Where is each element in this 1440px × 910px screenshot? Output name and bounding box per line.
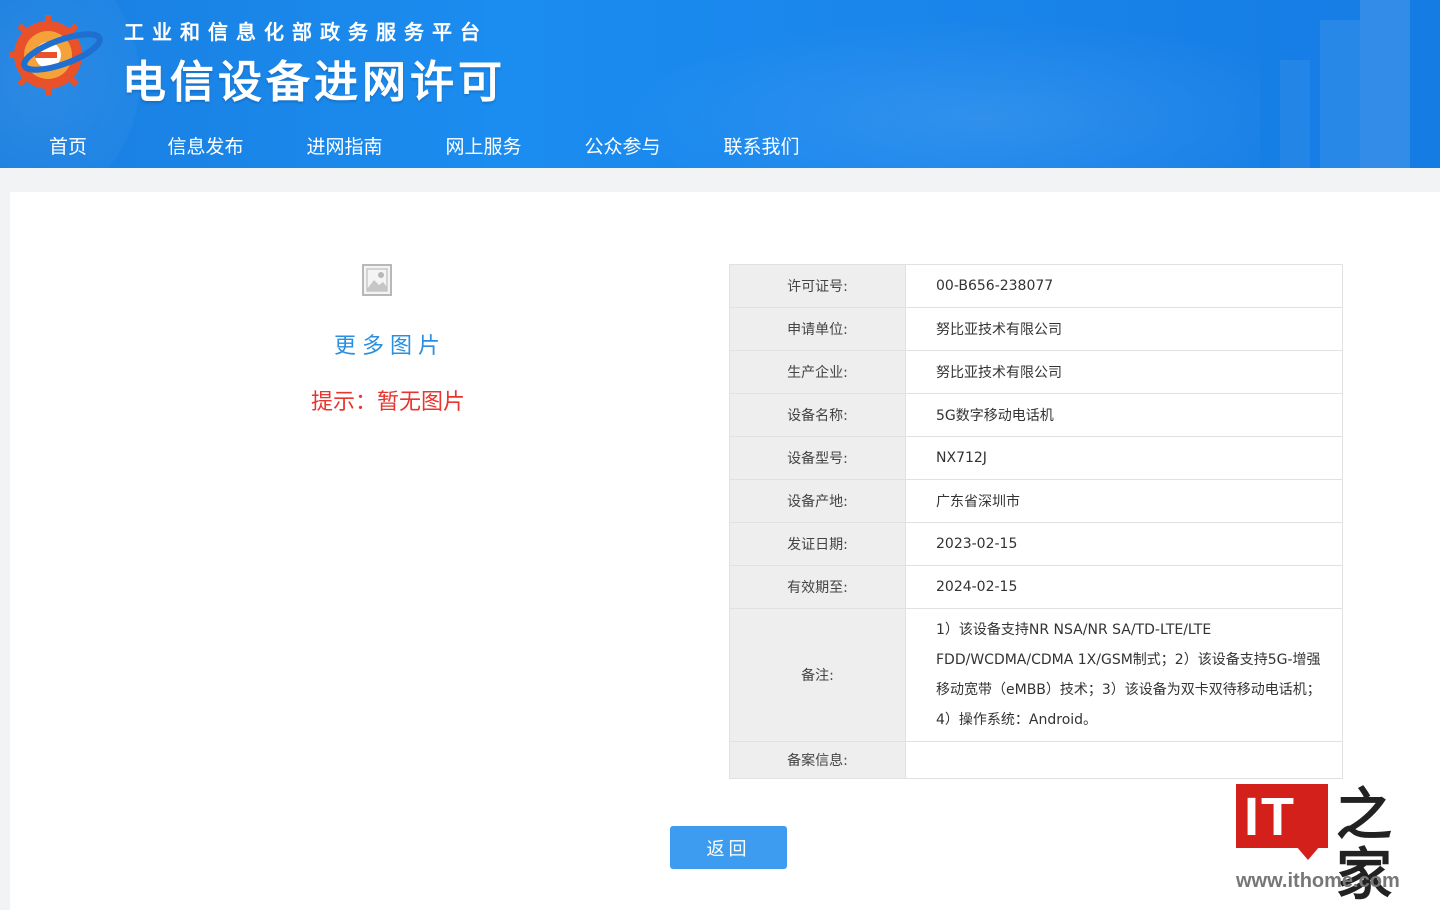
notes-line: 1）该设备支持NR NSA/NR SA/TD-LTE/LTE bbox=[936, 622, 1212, 638]
device-name-label: 设备名称: bbox=[729, 393, 906, 437]
applicant-label: 申请单位: bbox=[729, 307, 906, 351]
notes-line: 4）操作系统：Android。 bbox=[936, 712, 1098, 728]
device-name-value: 5G数字移动电话机 bbox=[905, 393, 1343, 437]
license-number-value: 00-B656-238077 bbox=[905, 264, 1343, 308]
table-row: 设备产地: 广东省深圳市 bbox=[729, 479, 1343, 523]
notes-line: FDD/WCDMA/CDMA 1X/GSM制式；2）该设备支持5G-增强 bbox=[936, 652, 1321, 668]
origin-label: 设备产地: bbox=[729, 479, 906, 523]
back-button[interactable]: 返回 bbox=[670, 826, 787, 869]
table-row: 设备名称: 5G数字移动电话机 bbox=[729, 393, 1343, 437]
license-info-table: 许可证号: 00-B656-238077 申请单位: 努比亚技术有限公司 生产企… bbox=[729, 264, 1343, 779]
nav-item-public-participation[interactable]: 公众参与 bbox=[553, 128, 692, 168]
expiry-date-value: 2024-02-15 bbox=[905, 565, 1343, 609]
site-header: 工业和信息化部政务服务平台 电信设备进网许可 首页 信息发布 进网指南 网上服务… bbox=[0, 0, 1440, 168]
manufacturer-label: 生产企业: bbox=[729, 350, 906, 394]
ithome-logo-tail bbox=[1296, 846, 1320, 860]
table-row: 有效期至: 2024-02-15 bbox=[729, 565, 1343, 609]
table-row: 备注: 1）该设备支持NR NSA/NR SA/TD-LTE/LTE FDD/W… bbox=[729, 608, 1343, 742]
table-row: 发证日期: 2023-02-15 bbox=[729, 522, 1343, 566]
notes-value: 1）该设备支持NR NSA/NR SA/TD-LTE/LTE FDD/WCDMA… bbox=[905, 608, 1343, 742]
device-model-value: NX712J bbox=[905, 436, 1343, 480]
issue-date-label: 发证日期: bbox=[729, 522, 906, 566]
nav-item-news[interactable]: 信息发布 bbox=[136, 128, 275, 168]
nav-item-guide[interactable]: 进网指南 bbox=[275, 128, 414, 168]
ministry-logo-icon bbox=[9, 15, 103, 95]
nav-item-contact[interactable]: 联系我们 bbox=[692, 128, 831, 168]
nav-item-online-services[interactable]: 网上服务 bbox=[414, 128, 553, 168]
main-nav: 首页 信息发布 进网指南 网上服务 公众参与 联系我们 bbox=[0, 128, 831, 168]
filing-info-label: 备案信息: bbox=[729, 741, 906, 779]
notes-line: 移动宽带（eMBB）技术；3）该设备为双卡双待移动电话机； bbox=[936, 682, 1321, 698]
header-decoration bbox=[1360, 0, 1410, 168]
site-title: 电信设备进网许可 bbox=[122, 57, 506, 108]
table-row: 申请单位: 努比亚技术有限公司 bbox=[729, 307, 1343, 351]
ithome-url: www.ithome.com bbox=[1236, 870, 1400, 892]
ithome-logo-text: IT bbox=[1244, 787, 1296, 847]
table-row: 许可证号: 00-B656-238077 bbox=[729, 264, 1343, 308]
ithome-watermark: IT 之家 www.ithome.com bbox=[1236, 784, 1426, 906]
table-row: 备案信息: bbox=[729, 741, 1343, 779]
header-decoration bbox=[1280, 60, 1310, 168]
more-images-link[interactable]: 更多图片 bbox=[334, 328, 446, 360]
table-row: 生产企业: 努比亚技术有限公司 bbox=[729, 350, 1343, 394]
manufacturer-value: 努比亚技术有限公司 bbox=[905, 350, 1343, 394]
nav-item-home[interactable]: 首页 bbox=[0, 128, 136, 168]
license-number-label: 许可证号: bbox=[729, 264, 906, 308]
no-image-hint: 提示：暂无图片 bbox=[311, 390, 466, 415]
device-model-label: 设备型号: bbox=[729, 436, 906, 480]
expiry-date-label: 有效期至: bbox=[729, 565, 906, 609]
header-decoration bbox=[1320, 20, 1360, 168]
issue-date-value: 2023-02-15 bbox=[905, 522, 1343, 566]
applicant-value: 努比亚技术有限公司 bbox=[905, 307, 1343, 351]
image-placeholder-icon bbox=[362, 264, 392, 296]
origin-value: 广东省深圳市 bbox=[905, 479, 1343, 523]
table-row: 设备型号: NX712J bbox=[729, 436, 1343, 480]
site-subtitle: 工业和信息化部政务服务平台 bbox=[124, 20, 488, 44]
notes-label: 备注: bbox=[729, 608, 906, 742]
filing-info-value bbox=[905, 741, 1343, 779]
